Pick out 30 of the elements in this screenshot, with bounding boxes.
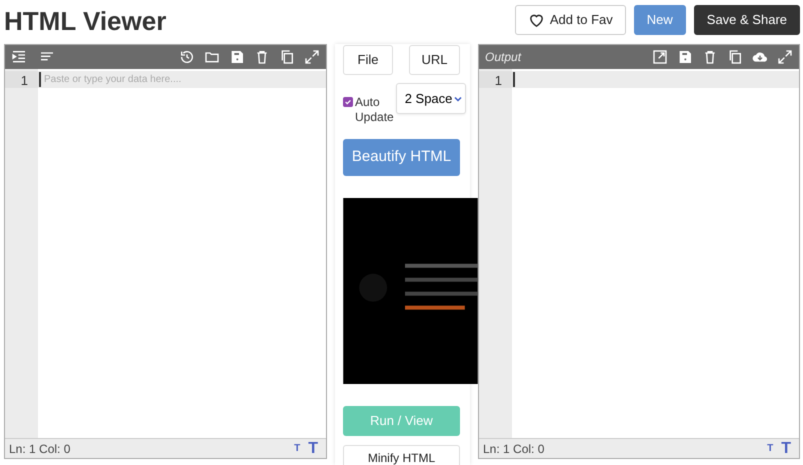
heart-icon xyxy=(528,12,545,28)
add-to-fav-button[interactable]: Add to Fav xyxy=(514,5,626,35)
output-label: Output xyxy=(485,49,522,66)
file-button[interactable]: File xyxy=(343,45,393,75)
indent-icon[interactable] xyxy=(11,49,27,65)
copy-icon[interactable] xyxy=(727,49,743,65)
minify-button[interactable]: Minify HTML xyxy=(343,445,460,465)
line-number: 1 xyxy=(5,71,38,88)
cursor-position: Ln: 1 Col: 0 xyxy=(9,440,72,458)
increase-font-button[interactable]: T xyxy=(781,436,791,460)
auto-update-label: Auto Update xyxy=(355,95,394,125)
open-external-icon[interactable] xyxy=(652,49,668,65)
indent-select[interactable]: 2 Space xyxy=(396,83,466,114)
save-share-button[interactable]: Save & Share xyxy=(694,5,800,35)
url-button[interactable]: URL xyxy=(409,45,460,75)
increase-font-button[interactable]: T xyxy=(308,436,318,460)
copy-icon[interactable] xyxy=(279,49,295,65)
expand-icon[interactable] xyxy=(777,49,793,65)
line-number: 1 xyxy=(479,71,512,88)
save-icon[interactable] xyxy=(229,49,245,65)
cursor-position: Ln: 1 Col: 0 xyxy=(483,440,546,458)
history-icon[interactable] xyxy=(179,49,195,65)
decrease-font-button[interactable]: T xyxy=(294,441,300,456)
new-button[interactable]: New xyxy=(634,5,686,35)
beautify-button[interactable]: Beautify HTML xyxy=(343,138,460,176)
auto-update-checkbox[interactable] xyxy=(343,97,353,107)
decrease-font-button[interactable]: T xyxy=(767,441,774,456)
expand-icon[interactable] xyxy=(304,49,320,65)
save-icon[interactable] xyxy=(677,49,693,65)
page-title: HTML Viewer xyxy=(4,4,166,38)
